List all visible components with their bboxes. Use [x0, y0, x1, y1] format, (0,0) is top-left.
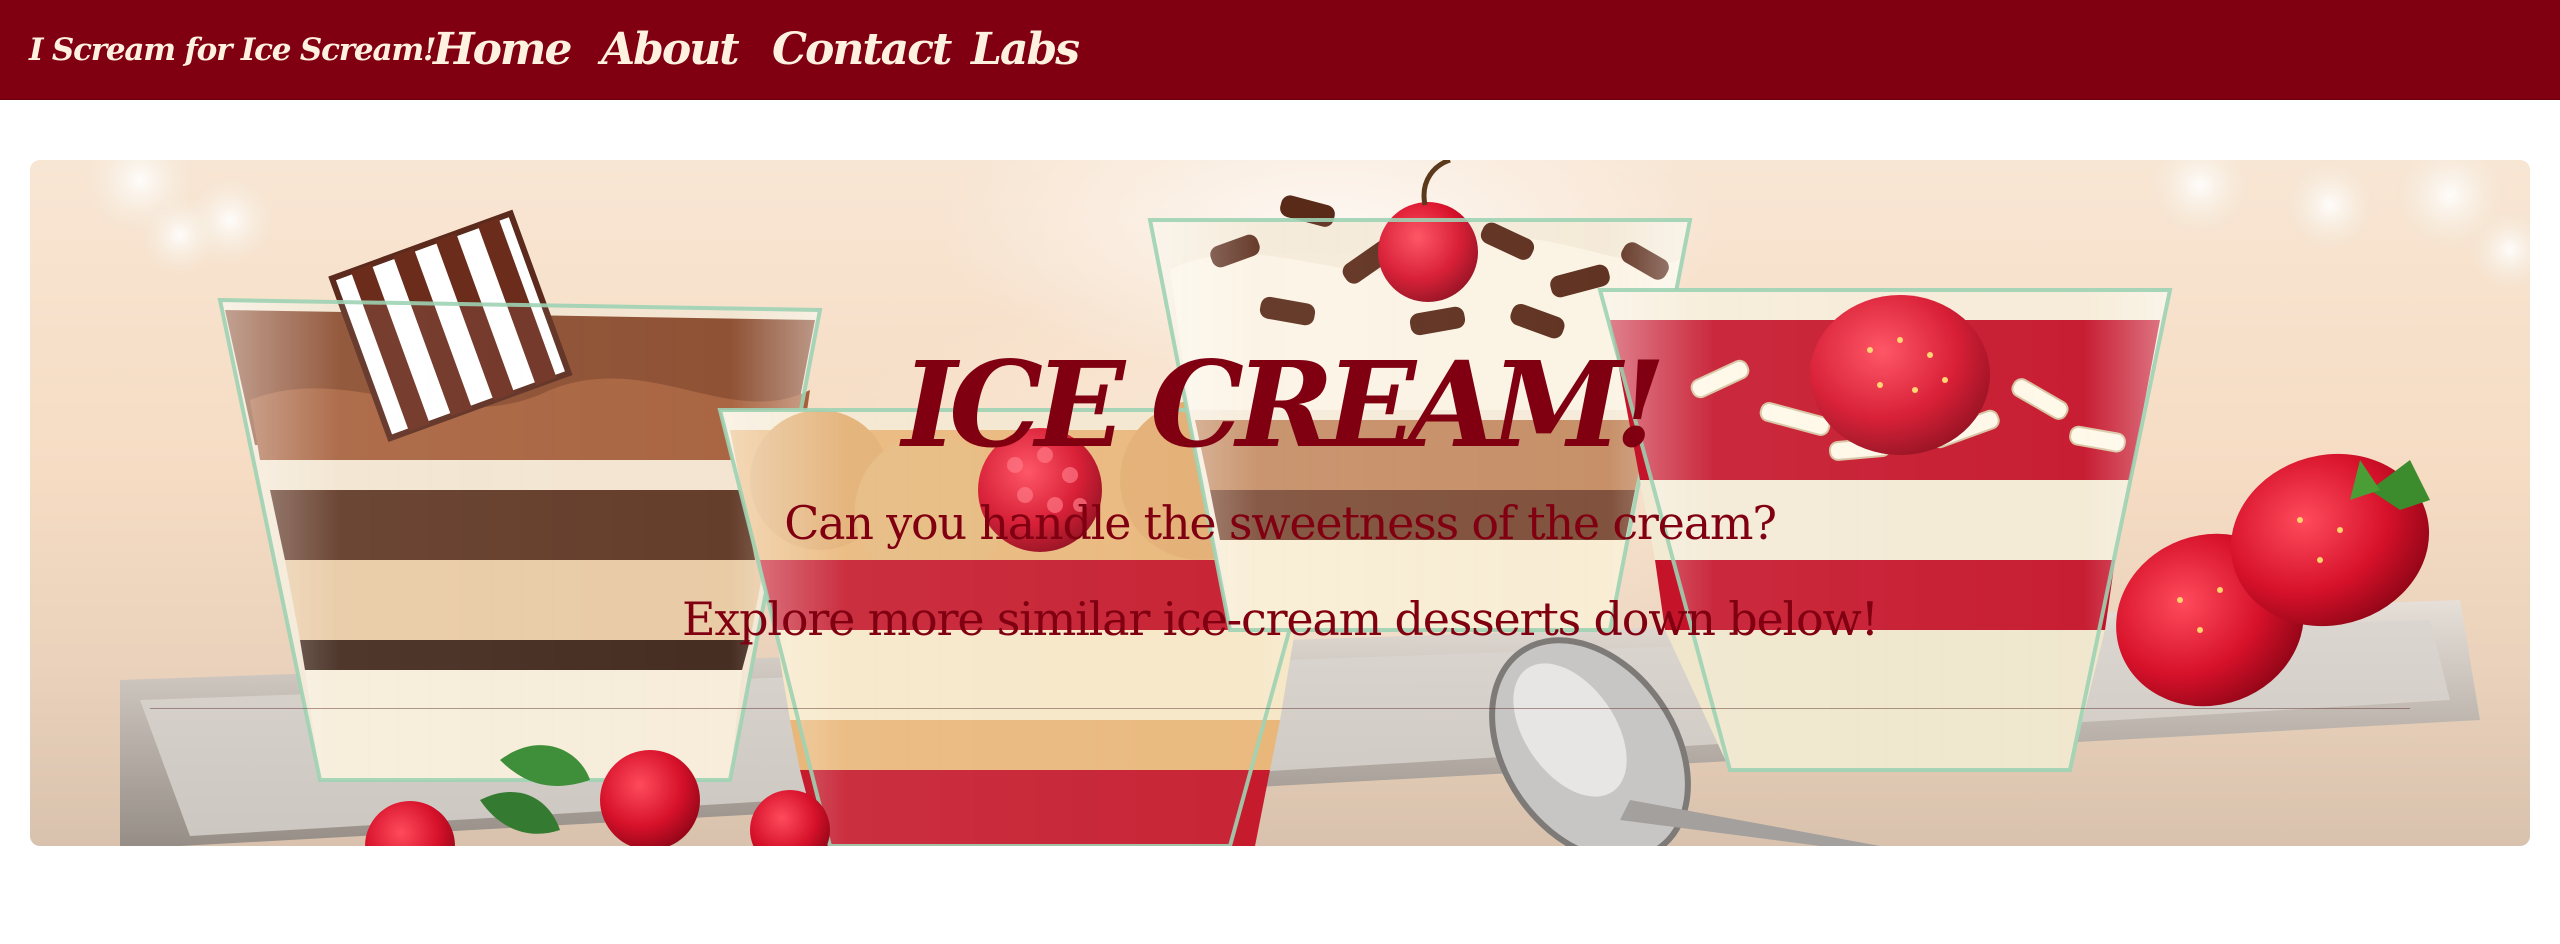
hero-subtitle: Can you handle the sweetness of the crea… [784, 496, 1777, 550]
hero-divider [150, 708, 2410, 709]
hero-title: ICE CREAM! [901, 335, 1666, 474]
brand-link[interactable]: I Scream for Ice Scream! [29, 24, 437, 76]
hero-jumbotron: ICE CREAM! Can you handle the sweetness … [30, 160, 2530, 846]
nav-home[interactable]: Home [433, 20, 572, 80]
nav-about[interactable]: About [601, 20, 740, 80]
nav-contact[interactable]: Contact [772, 20, 952, 80]
caret-down-icon[interactable] [1057, 49, 1069, 55]
top-navbar: I Scream for Ice Scream! Home About Cont… [0, 0, 2560, 100]
hero-tagline: Explore more similar ice-cream desserts … [682, 592, 1879, 646]
